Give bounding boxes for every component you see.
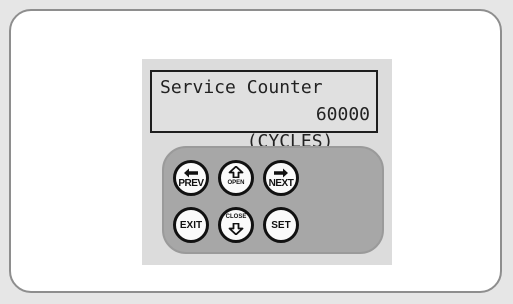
keypad: PREV OPEN NEXT EXIT CLOSE SET	[162, 146, 384, 254]
prev-button[interactable]: PREV	[173, 160, 209, 196]
lcd-display: Service Counter (CYCLES) 60000	[150, 70, 378, 152]
exit-label: EXIT	[179, 220, 203, 231]
prev-label: PREV	[178, 178, 204, 189]
set-button[interactable]: SET	[263, 207, 299, 243]
set-label: SET	[271, 220, 291, 231]
control-unit: Service Counter (CYCLES) 60000 PREV OPEN	[142, 59, 392, 265]
panel-frame: Service Counter (CYCLES) 60000 PREV OPEN	[9, 9, 502, 293]
counter-value: 60000	[315, 104, 370, 125]
open-label: OPEN	[227, 180, 245, 186]
close-label: CLOSE	[225, 214, 247, 220]
next-button[interactable]: NEXT	[263, 160, 299, 196]
display-title: Service Counter	[160, 77, 323, 98]
arrow-up-icon	[228, 166, 244, 178]
next-label: NEXT	[268, 178, 294, 189]
exit-button[interactable]: EXIT	[173, 207, 209, 243]
arrow-down-icon	[228, 223, 244, 235]
close-button[interactable]: CLOSE	[218, 207, 254, 243]
open-button[interactable]: OPEN	[218, 160, 254, 196]
